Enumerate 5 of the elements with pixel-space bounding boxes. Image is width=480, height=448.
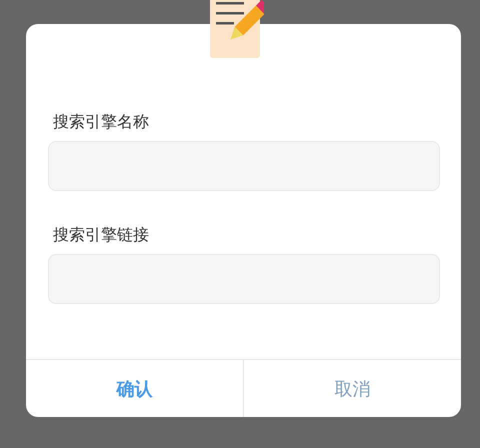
field-label: 搜索引擎名称 xyxy=(52,112,150,133)
cancel-button[interactable]: 取消 xyxy=(243,360,461,417)
notepad-pencil-icon xyxy=(208,0,264,60)
confirm-button[interactable]: 确认 xyxy=(26,360,243,417)
field-label: 搜索引擎链接 xyxy=(52,225,150,246)
